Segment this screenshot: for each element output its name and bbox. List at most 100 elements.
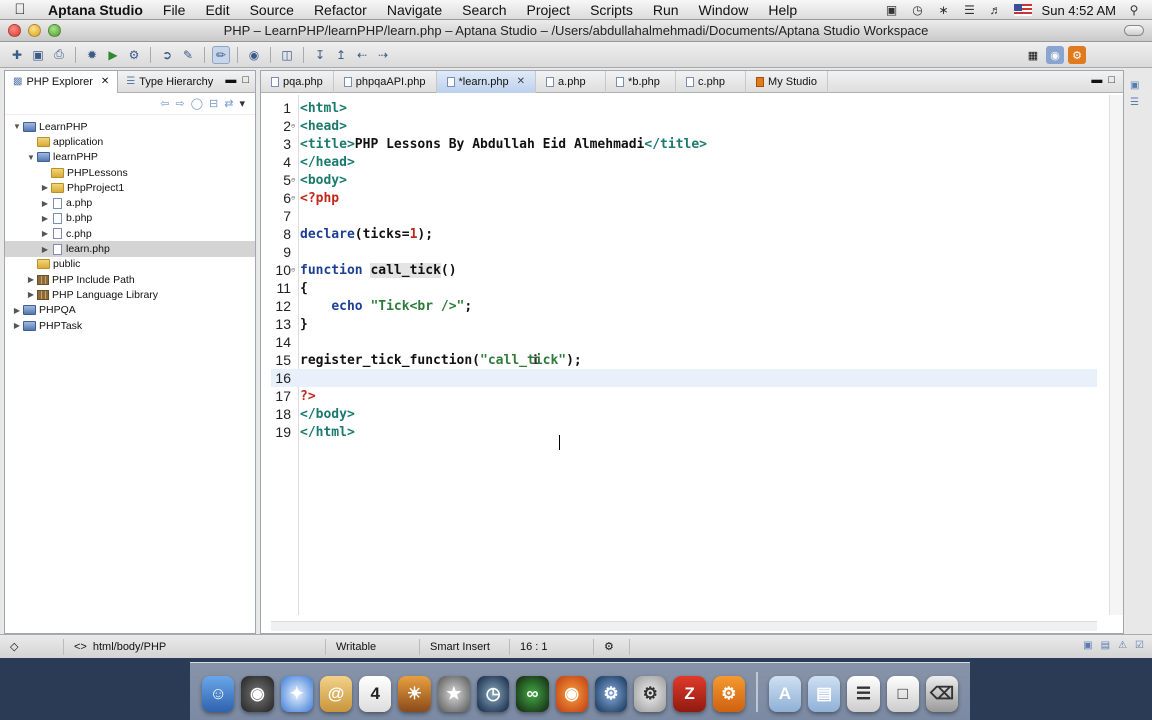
open-resource-icon[interactable]: ✎ [179, 46, 197, 64]
menu-file[interactable]: File [153, 0, 196, 20]
finder-icon[interactable]: ☺ [202, 676, 235, 712]
tree-item[interactable]: ▶ PHPTask [5, 318, 255, 333]
fold-toggle-icon[interactable]: ⊖ [291, 266, 299, 274]
deploy-icon[interactable]: ◫ [278, 46, 296, 64]
tree-item[interactable]: PHPLessons [5, 165, 255, 180]
restore-icon[interactable]: ▣ [1130, 80, 1150, 91]
tree-item[interactable]: ▶ PhpProject1 [5, 180, 255, 195]
back-icon[interactable]: ⇠ [353, 46, 371, 64]
mark-occurrences-icon[interactable]: ✏ [212, 45, 230, 64]
code-line[interactable]: 18 </body> [271, 405, 1097, 423]
horizontal-scrollbar[interactable] [271, 621, 1097, 631]
menu-source[interactable]: Source [240, 0, 304, 20]
code-line[interactable]: 17 ?> [271, 387, 1097, 405]
menu-navigate[interactable]: Navigate [377, 0, 452, 20]
code-line[interactable]: 12 echo "Tick<br />"; [271, 297, 1097, 315]
tree-item[interactable]: ▼ learnPHP [5, 150, 255, 165]
zain-connect-icon[interactable]: ∞ [516, 676, 549, 712]
code-line[interactable]: 9 [271, 243, 1097, 261]
menu-edit[interactable]: Edit [195, 0, 239, 20]
code-line[interactable]: 4 </head> [271, 153, 1097, 171]
collapsed-arrow-icon[interactable]: ▶ [39, 214, 51, 223]
dashboard-icon[interactable]: ◉ [241, 676, 274, 712]
tab-php-explorer[interactable]: ▩ PHP Explorer ✕ [5, 70, 119, 93]
close-window-button[interactable] [8, 24, 21, 37]
collapsed-arrow-icon[interactable]: ▶ [39, 199, 51, 208]
tree-item[interactable]: application [5, 134, 255, 149]
clock[interactable]: Sun 4:52 AM [1042, 3, 1116, 18]
expanded-arrow-icon[interactable]: ▼ [25, 153, 37, 162]
restore-panel-icon[interactable]: ▣ [1083, 640, 1092, 651]
filezilla-icon[interactable]: Z [673, 676, 706, 712]
safari-icon[interactable]: ✦ [280, 676, 313, 712]
collapsed-arrow-icon[interactable]: ▶ [39, 229, 51, 238]
problems-icon[interactable]: ⚠ [1118, 640, 1127, 651]
code-line[interactable]: 1 <html> [271, 99, 1097, 117]
front-row-icon[interactable]: ★ [437, 676, 470, 712]
progress-icon[interactable]: ⚙ [594, 638, 630, 655]
breadcrumb-arrows-icon[interactable]: <> [74, 641, 87, 653]
collapsed-arrow-icon[interactable]: ▶ [25, 290, 37, 299]
editor-tab[interactable]: phpqaAPI.php [334, 70, 437, 93]
expanded-arrow-icon[interactable]: ▼ [11, 122, 23, 131]
bluetooth-icon[interactable]: ∗ [936, 3, 952, 17]
menu-project[interactable]: Project [516, 0, 580, 20]
tree-item[interactable]: ▶ PHP Include Path [5, 272, 255, 287]
tree-item[interactable]: ▶ c.php [5, 226, 255, 241]
close-tab-icon[interactable]: ✕ [101, 76, 109, 87]
debug-icon[interactable]: ✹ [83, 46, 101, 64]
utility-icon[interactable]: ⚙ [634, 676, 667, 712]
tree-item[interactable]: ▶ PHP Language Library [5, 287, 255, 302]
tree-item[interactable]: ▶ learn.php [5, 241, 255, 257]
editor-tab[interactable]: *b.php [606, 70, 677, 93]
time-machine-icon[interactable]: ◷ [476, 676, 510, 712]
collapse-all-icon[interactable]: ⊟ [209, 97, 218, 110]
code-line[interactable]: 11 { [271, 279, 1097, 297]
minimize-editor-icon[interactable]: ▬ [1091, 74, 1102, 86]
menu-refactor[interactable]: Refactor [304, 0, 377, 20]
tasks-icon[interactable]: ☑ [1135, 640, 1144, 651]
fold-toggle-icon[interactable]: ⊖ [291, 194, 299, 202]
volume-icon[interactable]: ♬ [988, 3, 1004, 17]
zoom-window-button[interactable] [48, 24, 61, 37]
downloads-stack-icon[interactable]: ☰ [847, 676, 880, 712]
code-line[interactable]: 14 [271, 333, 1097, 351]
external-tools-icon[interactable]: ⚙ [125, 46, 143, 64]
code-line[interactable]: 5 ⊖ <body> [271, 171, 1097, 189]
tree-item[interactable]: ▶ PHPQA [5, 303, 255, 318]
window-switch-icon[interactable]: ▣ [884, 3, 900, 17]
time-machine-icon[interactable]: ◷ [910, 3, 926, 17]
fold-toggle-icon[interactable]: ⊖ [291, 122, 299, 130]
iphoto-icon[interactable]: ☀ [398, 676, 431, 712]
mail-icon[interactable]: @ [319, 676, 353, 712]
browser-icon[interactable]: ◉ [245, 46, 263, 64]
tree-item[interactable]: ▼ LearnPHP [5, 119, 255, 134]
forward-icon[interactable]: ⇢ [374, 46, 392, 64]
close-tab-icon[interactable]: ✕ [517, 76, 525, 87]
code-line[interactable]: 6 ⊖ <?php [271, 189, 1097, 207]
calendar-icon[interactable]: 4 [359, 676, 392, 712]
collapsed-arrow-icon[interactable]: ▶ [11, 306, 23, 315]
applications-folder-icon[interactable]: A [768, 676, 802, 712]
code-line[interactable]: 3 <title>PHP Lessons By Abdullah Eid Alme… [271, 135, 1097, 153]
fold-toggle-icon[interactable]: ⊖ [291, 176, 299, 184]
documents-folder-icon[interactable]: ▤ [808, 676, 841, 712]
menu-scripts[interactable]: Scripts [580, 0, 643, 20]
collapsed-arrow-icon[interactable]: ▶ [39, 183, 51, 192]
spotlight-search-icon[interactable]: ⚲ [1126, 3, 1142, 17]
forward-nav-icon[interactable]: ⇨ [176, 97, 185, 110]
view-menu-icon[interactable]: ▾ [239, 97, 245, 110]
wifi-icon[interactable]: ☰ [962, 3, 978, 17]
code-line[interactable]: 19 </html> [271, 423, 1097, 441]
app-menu[interactable]: Aptana Studio [40, 0, 153, 20]
editor-tab[interactable]: *learn.php ✕ [436, 70, 537, 93]
editor-tab[interactable]: My Studio [746, 70, 828, 93]
network-icon[interactable]: ⚙ [594, 676, 628, 712]
new-icon[interactable]: ✚ [8, 46, 26, 64]
maximize-editor-icon[interactable]: □ [1108, 74, 1115, 86]
tree-item[interactable]: ▶ a.php [5, 195, 255, 210]
status-quick-icon[interactable]: ◇ [0, 638, 64, 655]
save-icon[interactable]: ▣ [29, 46, 47, 64]
menu-help[interactable]: Help [758, 0, 807, 20]
code-line[interactable]: 7 [271, 207, 1097, 225]
